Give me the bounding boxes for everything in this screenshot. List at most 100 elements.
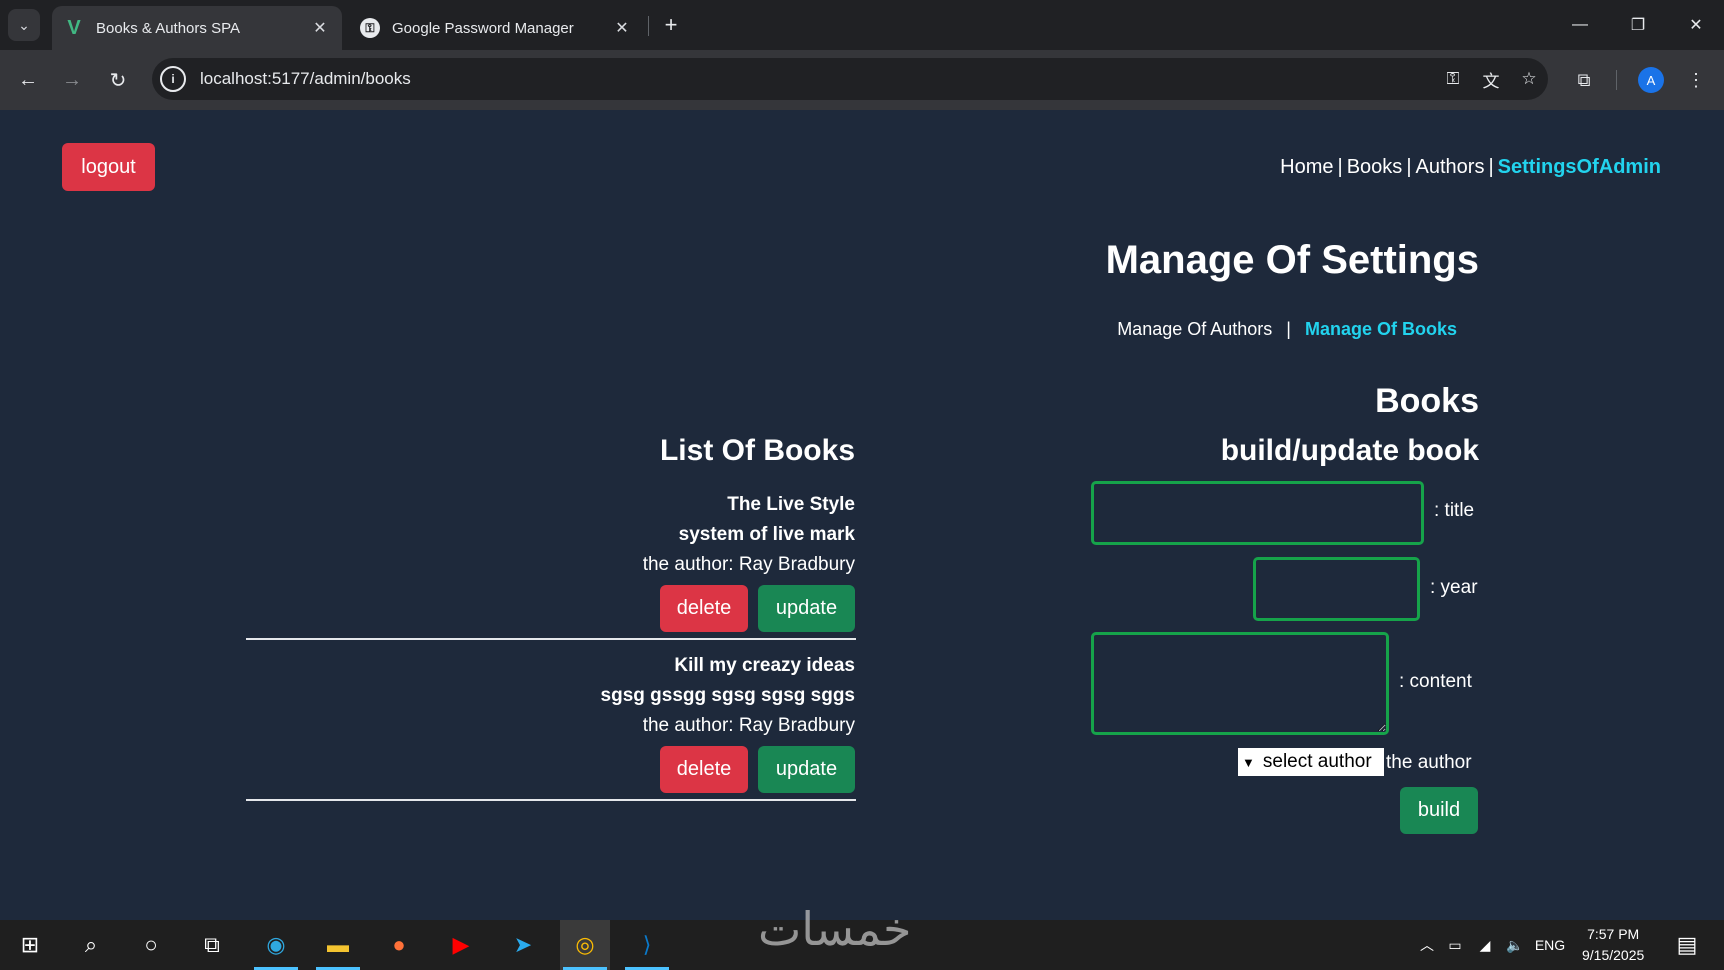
task-view-button[interactable]: ⧉ <box>187 920 237 970</box>
edge-icon: ◉ <box>266 932 286 957</box>
clock-time: 7:57 PM <box>1587 926 1640 942</box>
taskbar-telegram[interactable]: ➤ <box>498 920 548 970</box>
clock-date: 9/15/2025 <box>1582 947 1645 963</box>
reload-icon: ↻ <box>109 69 127 92</box>
subnav-manage-authors[interactable]: Manage Of Authors <box>1117 319 1272 339</box>
book-content: system of live mark <box>678 524 855 545</box>
tab-search-button[interactable]: ⌄ <box>8 9 40 41</box>
taskbar-clock[interactable]: 7:57 PM 9/15/2025 <box>1582 924 1644 966</box>
tab-separator <box>648 16 649 36</box>
taskbar-vscode[interactable]: ⟩ <box>622 920 672 970</box>
taskbar-youtube[interactable]: ▶ <box>436 920 486 970</box>
folder-icon: ▬ <box>327 932 349 957</box>
menu-button[interactable]: ⋮ <box>1680 64 1712 96</box>
content-label: : content <box>1399 671 1472 692</box>
top-navigation: Home | Books | Authors | SettingsOfAdmin <box>1280 156 1661 179</box>
update-button[interactable]: update <box>758 585 855 632</box>
tab-title: Google Password Manager <box>392 19 574 37</box>
translate-icon[interactable]: 文 <box>1472 63 1510 95</box>
author-label: the author <box>1386 752 1472 773</box>
plus-icon: + <box>664 12 678 37</box>
content-textarea[interactable] <box>1091 632 1389 735</box>
book-author: the author: Ray Bradbury <box>642 715 855 736</box>
book-title: Kill my creazy ideas <box>674 655 855 676</box>
subnav-manage-books[interactable]: Manage Of Books <box>1305 319 1457 339</box>
network-icon[interactable]: ◢ <box>1470 937 1500 954</box>
book-item: Kill my creazy ideas sgsg gssgg sgsg sgs… <box>245 651 855 793</box>
site-info-icon[interactable]: i <box>160 66 186 92</box>
telegram-icon: ➤ <box>513 932 533 957</box>
book-content: sgsg gssgg sgsg sgsg sggs <box>600 685 855 706</box>
watermark-logo: خمسات <box>758 902 913 956</box>
chevron-up-icon[interactable]: ︿ <box>1414 935 1440 955</box>
system-tray: ︿ ▭ ◢ 🔈 ENG <box>1414 920 1570 970</box>
reload-button[interactable]: ↻ <box>102 64 134 96</box>
search-button[interactable]: ⌕ <box>66 920 116 970</box>
book-item: The Live Style system of live mark the a… <box>245 490 855 632</box>
author-select-placeholder: select author <box>1262 751 1372 772</box>
title-input[interactable] <box>1091 481 1424 545</box>
key-icon[interactable]: ⚿ <box>1434 63 1472 95</box>
vue-logo-icon: V <box>67 16 81 39</box>
taskbar-file-explorer[interactable]: ▬ <box>313 920 363 970</box>
minimize-button[interactable]: — <box>1560 8 1600 42</box>
url-text[interactable]: localhost:5177/admin/books <box>200 69 1434 89</box>
year-label: : year <box>1430 577 1478 598</box>
update-button[interactable]: update <box>758 746 855 793</box>
nav-separator: | <box>1488 156 1494 178</box>
build-button[interactable]: build <box>1400 787 1478 834</box>
language-indicator[interactable]: ENG <box>1530 937 1570 953</box>
arrow-right-icon: → <box>62 68 82 91</box>
tab-password-manager[interactable]: ⚿ Google Password Manager ✕ <box>348 6 644 50</box>
nav-link-settings[interactable]: SettingsOfAdmin <box>1498 156 1661 178</box>
nav-link-books[interactable]: Books <box>1347 156 1403 178</box>
star-icon[interactable]: ☆ <box>1510 63 1548 95</box>
circle-icon: ○ <box>144 932 158 957</box>
task-view-icon: ⧉ <box>204 932 220 957</box>
volume-icon[interactable]: 🔈 <box>1500 937 1530 954</box>
back-button[interactable]: ← <box>12 64 44 96</box>
cortana-button[interactable]: ○ <box>126 920 176 970</box>
notifications-button[interactable]: ▤ <box>1662 920 1712 970</box>
new-tab-button[interactable]: + <box>656 10 686 40</box>
close-window-button[interactable]: ✕ <box>1676 8 1716 42</box>
nav-link-home[interactable]: Home <box>1280 156 1333 178</box>
youtube-icon: ▶ <box>452 932 470 957</box>
address-bar[interactable]: i localhost:5177/admin/books ⚿ 文 ☆ <box>152 58 1548 100</box>
start-button[interactable]: ⊞ <box>5 920 55 970</box>
subnav-separator: | <box>1286 319 1291 339</box>
title-label: : title <box>1434 500 1475 521</box>
nav-link-authors[interactable]: Authors <box>1416 156 1485 178</box>
battery-icon[interactable]: ▭ <box>1440 937 1470 954</box>
taskbar-chrome[interactable]: ◎ <box>560 920 610 970</box>
delete-button[interactable]: delete <box>660 746 748 793</box>
taskbar-firefox[interactable]: ● <box>374 920 424 970</box>
search-icon: ⌕ <box>84 932 98 957</box>
taskbar-edge[interactable]: ◉ <box>251 920 301 970</box>
chevron-down-icon: ▼ <box>1242 754 1255 770</box>
logout-button[interactable]: logout <box>62 143 155 191</box>
notification-icon: ▤ <box>1676 932 1698 957</box>
book-title: The Live Style <box>727 494 855 515</box>
nav-separator: | <box>1406 156 1412 178</box>
forward-button[interactable]: → <box>56 64 88 96</box>
restore-button[interactable]: ❐ <box>1618 8 1658 42</box>
toolbar-divider <box>1616 70 1617 90</box>
tab-books-authors[interactable]: V Books & Authors SPA ✕ <box>52 6 342 50</box>
vscode-icon: ⟩ <box>642 932 652 957</box>
author-select[interactable]: ▼ select author <box>1238 748 1384 776</box>
close-icon: ✕ <box>1689 17 1703 34</box>
minimize-icon: — <box>1572 16 1588 33</box>
year-input[interactable] <box>1253 557 1420 621</box>
arrow-left-icon: ← <box>18 68 38 91</box>
profile-avatar[interactable]: A <box>1638 67 1664 93</box>
chevron-down-icon: ⌄ <box>18 16 30 33</box>
close-icon[interactable]: ✕ <box>612 18 632 38</box>
more-vertical-icon: ⋮ <box>1687 69 1705 90</box>
close-icon[interactable]: ✕ <box>310 18 330 38</box>
book-divider <box>246 638 856 640</box>
extensions-button[interactable]: ⧉ <box>1568 64 1600 96</box>
delete-button[interactable]: delete <box>660 585 748 632</box>
browser-tabstrip: ⌄ V Books & Authors SPA ✕ ⚿ Google Passw… <box>0 0 1724 50</box>
list-title: List Of Books <box>659 434 855 467</box>
